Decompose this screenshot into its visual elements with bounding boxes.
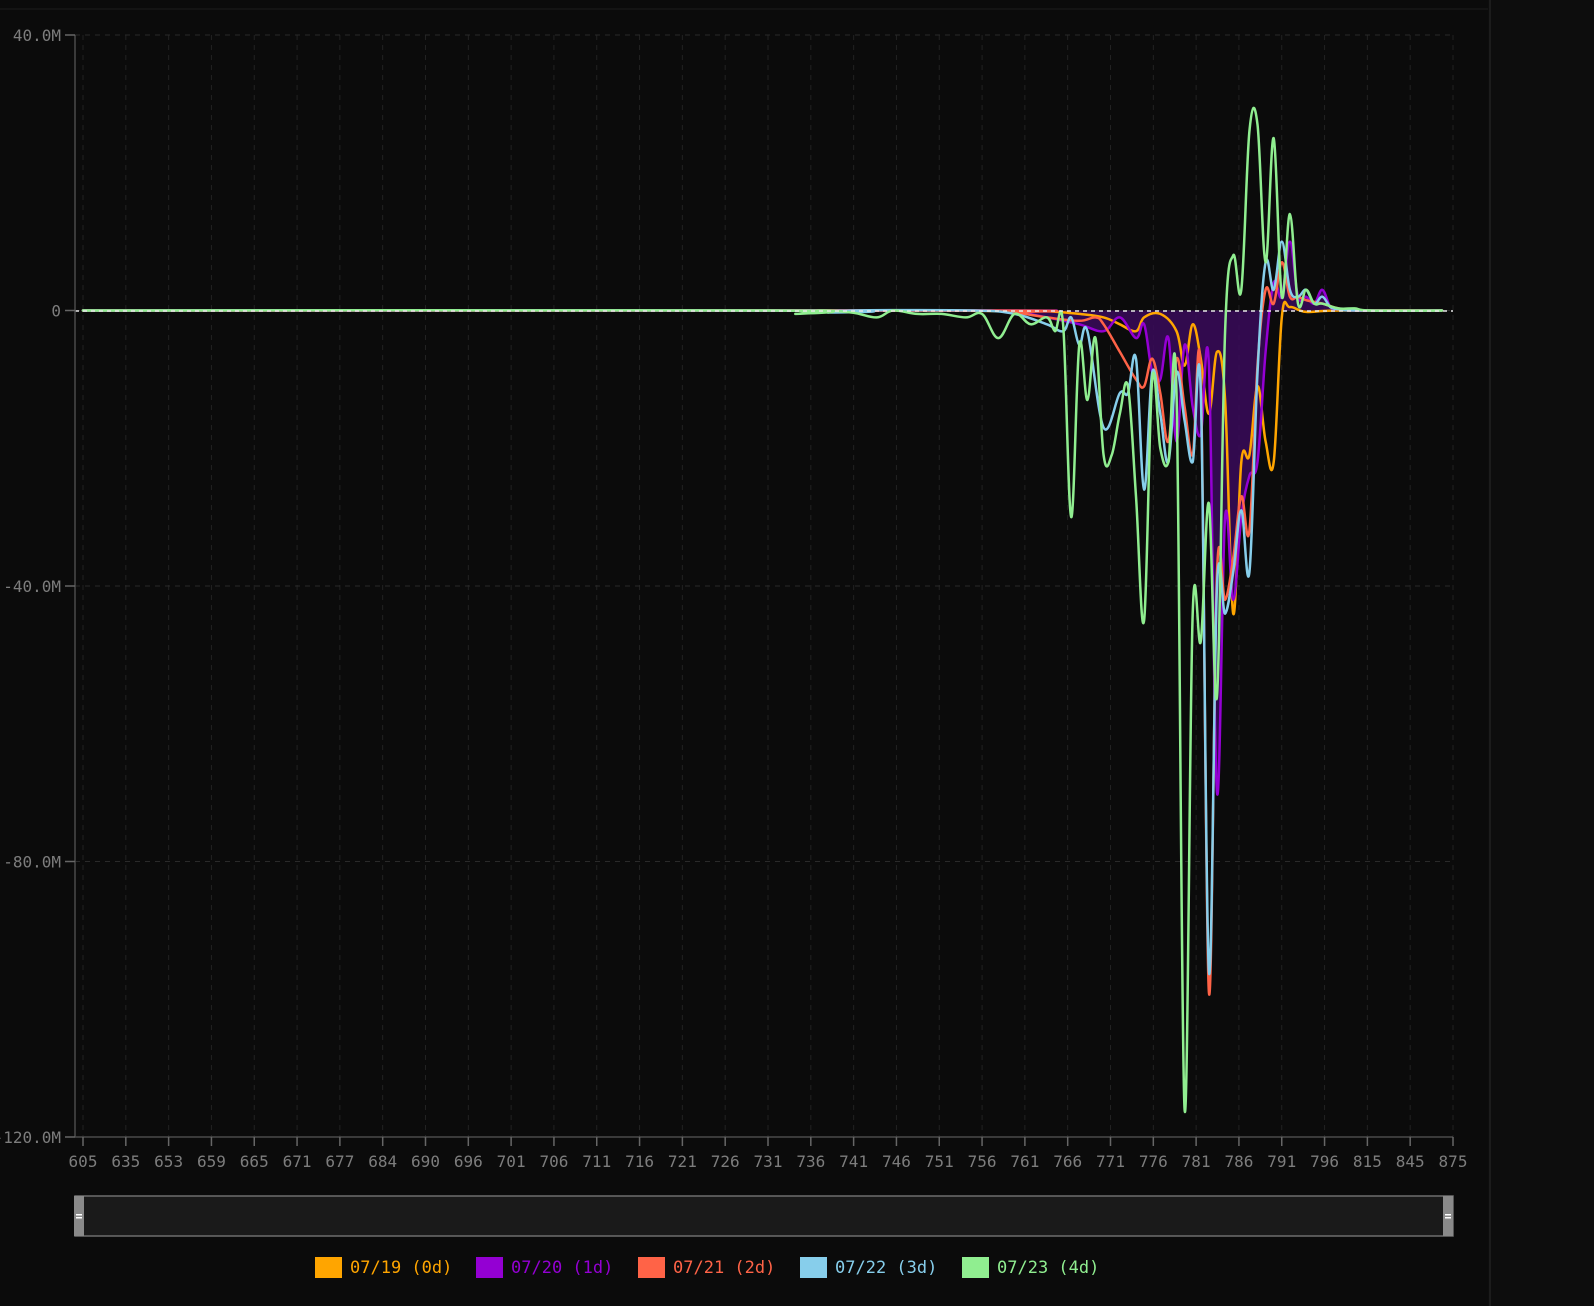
x-tick-label: 781: [1182, 1152, 1211, 1171]
zoom-scrollbar[interactable]: [74, 1195, 1454, 1237]
scrollbar-right-handle[interactable]: [1443, 1196, 1453, 1236]
x-tick-label: 766: [1053, 1152, 1082, 1171]
x-tick-label: 726: [711, 1152, 740, 1171]
x-tick-label: 791: [1267, 1152, 1296, 1171]
x-tick-label: 696: [454, 1152, 483, 1171]
x-tick-label: 875: [1439, 1152, 1468, 1171]
x-tick-label: 845: [1396, 1152, 1425, 1171]
grip-lines: [1445, 1214, 1451, 1216]
legend-swatch: [800, 1257, 827, 1278]
x-tick-label: 731: [754, 1152, 783, 1171]
legend-label: 07/20 (1d): [511, 1258, 613, 1278]
x-tick-label: 671: [283, 1152, 312, 1171]
x-tick-label: 706: [539, 1152, 568, 1171]
grip-lines: [76, 1217, 82, 1219]
series-line: [81, 106, 1444, 1114]
grip-lines: [1445, 1217, 1451, 1219]
chart-panel: 40.0M 0 -40.0M -80.0M -120.0M 605 635 653 659 66…: [0, 0, 1594, 1306]
x-tick-label: 786: [1224, 1152, 1253, 1171]
grip-lines: [76, 1214, 82, 1216]
y-tick-label: 0: [51, 302, 61, 321]
x-tick-label: 690: [411, 1152, 440, 1171]
x-tick-label: 751: [925, 1152, 954, 1171]
legend-label: 07/21 (2d): [673, 1258, 775, 1278]
x-tick-label: 701: [497, 1152, 526, 1171]
legend-swatch: [315, 1257, 342, 1278]
x-tick-label: 721: [668, 1152, 697, 1171]
right-sidebar-edge: [1488, 0, 1594, 1306]
x-tick-label: 761: [1010, 1152, 1039, 1171]
chart: 40.0M 0 -40.0M -80.0M -120.0M 605 635 653 659 66…: [0, 0, 1594, 1306]
x-tick-label: 605: [69, 1152, 98, 1171]
y-tick-label: -40.0M: [3, 577, 61, 596]
legend-swatch: [476, 1257, 503, 1278]
x-tick-label: 635: [111, 1152, 140, 1171]
x-tick-label: 653: [154, 1152, 183, 1171]
x-tick-label: 736: [796, 1152, 825, 1171]
x-tick-label: 796: [1310, 1152, 1339, 1171]
legend-label: 07/23 (4d): [997, 1258, 1099, 1278]
series-lines: [81, 106, 1444, 1114]
legend-label: 07/19 (0d): [350, 1258, 452, 1278]
legend: 07/19 (0d) 07/20 (1d) 07/21 (2d) 07/22 (3d)…: [315, 1257, 1099, 1278]
y-tick-label: 40.0M: [13, 26, 61, 45]
x-tick-label: 746: [882, 1152, 911, 1171]
x-tick-label: 659: [197, 1152, 226, 1171]
x-tick-label: 716: [625, 1152, 654, 1171]
x-axis: 605 635 653 659 665 671 677 684 690 696 701 706 711 7…: [69, 1137, 1468, 1171]
x-tick-label: 665: [240, 1152, 269, 1171]
y-tick-label: -120.0M: [0, 1128, 61, 1147]
y-axis: 40.0M 0 -40.0M -80.0M -120.0M: [0, 26, 75, 1147]
x-tick-label: 711: [582, 1152, 611, 1171]
x-tick-label: 684: [368, 1152, 397, 1171]
x-tick-label: 815: [1353, 1152, 1382, 1171]
scrollbar-left-handle[interactable]: [74, 1196, 84, 1236]
scrollbar-track[interactable]: [74, 1195, 1454, 1237]
x-tick-label: 776: [1139, 1152, 1168, 1171]
legend-swatch: [638, 1257, 665, 1278]
legend-label: 07/22 (3d): [835, 1258, 937, 1278]
x-tick-label: 677: [325, 1152, 354, 1171]
x-tick-label: 741: [839, 1152, 868, 1171]
x-tick-label: 756: [968, 1152, 997, 1171]
legend-swatch: [962, 1257, 989, 1278]
y-tick-label: -80.0M: [3, 853, 61, 872]
x-tick-label: 771: [1096, 1152, 1125, 1171]
